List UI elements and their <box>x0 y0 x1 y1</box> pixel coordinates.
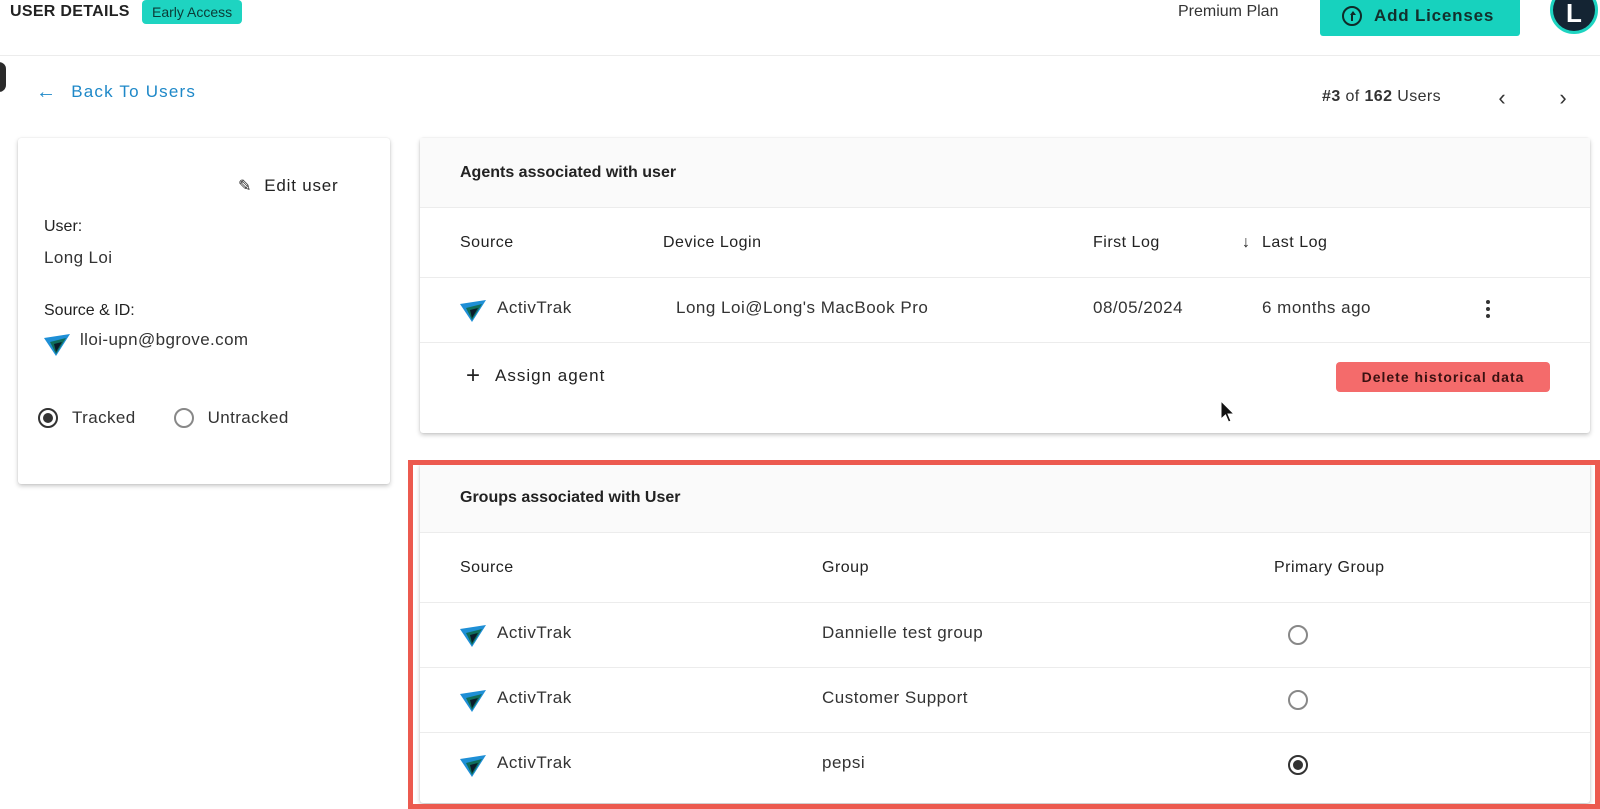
agents-title: Agents associated with user <box>460 164 677 181</box>
user-name: Long Loi <box>44 248 113 267</box>
activtrak-logo-icon <box>460 300 486 322</box>
agent-source: ActivTrak <box>497 298 572 317</box>
tracking-radio-group: Tracked Untracked <box>38 408 289 428</box>
page-title: USER DETAILS <box>10 3 130 20</box>
sort-arrow-down-icon[interactable]: ↓ <box>1242 234 1251 252</box>
upload-circle-icon <box>1342 6 1362 26</box>
pager-of: of <box>1345 88 1360 105</box>
edge-handle <box>0 62 6 92</box>
col-source[interactable]: Source <box>460 234 514 252</box>
plan-label: Premium Plan <box>1178 3 1279 20</box>
assign-agent-label: Assign agent <box>495 366 606 385</box>
pager-prefix: # <box>1322 88 1332 105</box>
groups-highlight-box <box>408 460 1600 809</box>
agents-table-header: Source Device Login First Log ↓ Last Log <box>420 208 1590 278</box>
top-header: USER DETAILS Early Access Premium Plan A… <box>0 0 1600 56</box>
chevron-right-icon[interactable]: › <box>1551 86 1575 110</box>
user-label: User: <box>44 218 83 235</box>
untracked-radio[interactable] <box>173 408 194 428</box>
agents-card: Agents associated with user Source Devic… <box>420 138 1590 433</box>
assign-agent-button[interactable]: + Assign agent <box>466 364 605 388</box>
tracked-radio[interactable] <box>38 408 58 428</box>
arrow-left-icon: ← <box>36 81 58 103</box>
delete-historical-data-button[interactable]: Delete historical data <box>1336 362 1550 392</box>
chevron-left-icon[interactable]: ‹ <box>1490 86 1514 110</box>
back-to-users-label: Back To Users <box>71 82 197 101</box>
source-id-label: Source & ID: <box>44 302 135 319</box>
untracked-label: Untracked <box>207 408 289 427</box>
source-id-value: lloi-upn@bgrove.com <box>80 330 249 349</box>
early-access-badge: Early Access <box>142 0 243 24</box>
agent-first-log: 08/05/2024 <box>1093 298 1184 317</box>
agent-last-log: 6 months ago <box>1262 298 1372 317</box>
more-vert-icon[interactable] <box>1480 300 1496 320</box>
table-row: ActivTrak Long Loi@Long's MacBook Pro 08… <box>420 278 1590 343</box>
mouse-pointer-icon <box>1220 400 1236 423</box>
pencil-icon: ✎ <box>238 178 253 195</box>
add-licenses-label: Add Licenses <box>1374 6 1495 25</box>
activtrak-logo-icon <box>44 334 70 356</box>
avatar[interactable]: L <box>1550 0 1598 34</box>
back-to-users-link[interactable]: ← Back To Users <box>36 82 196 102</box>
plus-icon: + <box>466 362 482 389</box>
pager-suffix: Users <box>1397 88 1442 105</box>
tracked-label: Tracked <box>72 408 136 427</box>
pager-total: 162 <box>1364 88 1393 105</box>
user-info-card: ✎ Edit user User: Long Loi Source & ID: … <box>18 138 390 484</box>
col-first-log[interactable]: First Log <box>1093 234 1160 252</box>
pager-current: 3 <box>1331 88 1341 105</box>
agents-card-header: Agents associated with user <box>420 138 1590 208</box>
user-pager-text: #3 of 162 Users <box>1322 88 1441 106</box>
agent-device-login: Long Loi@Long's MacBook Pro <box>676 298 929 317</box>
edit-user-button[interactable]: ✎ Edit user <box>238 176 339 196</box>
add-licenses-button[interactable]: Add Licenses <box>1320 0 1520 36</box>
col-device-login[interactable]: Device Login <box>663 234 762 252</box>
avatar-letter: L <box>1553 0 1595 31</box>
edit-user-label: Edit user <box>264 176 339 195</box>
col-last-log[interactable]: Last Log <box>1262 234 1327 252</box>
